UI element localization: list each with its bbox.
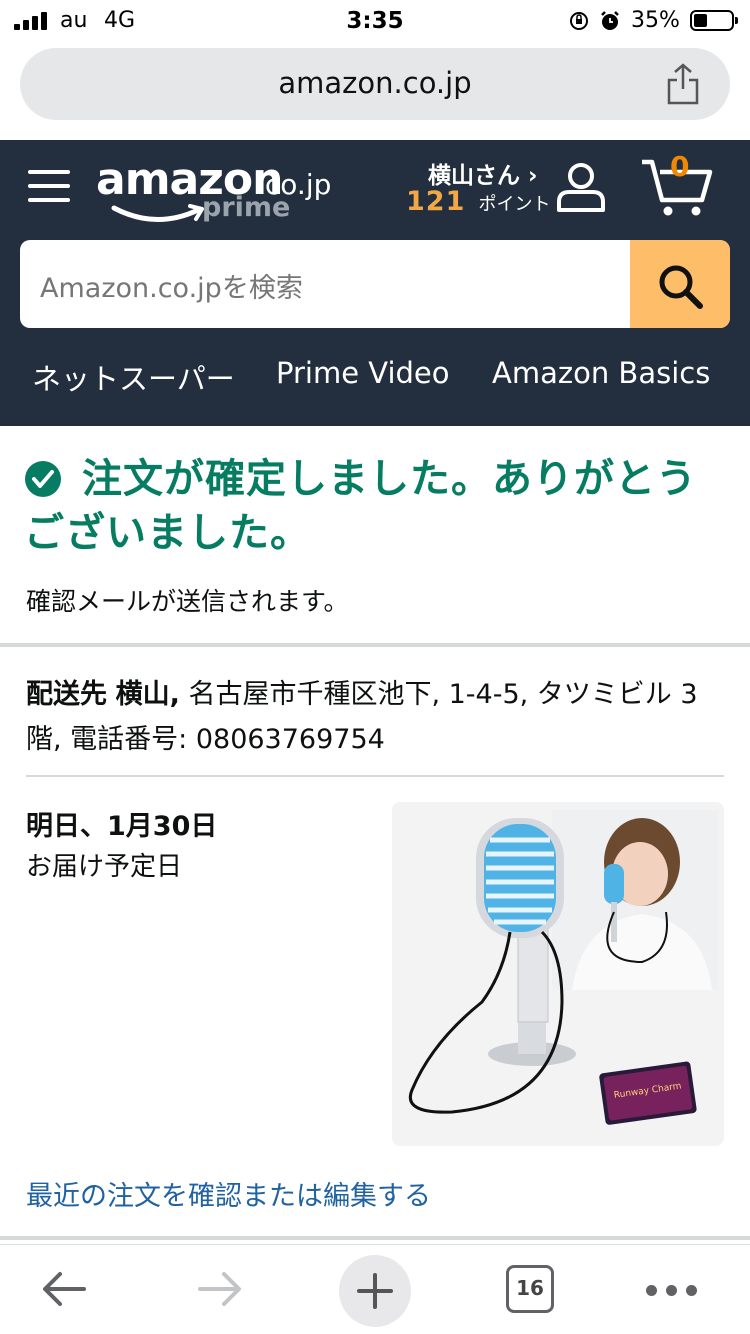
check-circle-icon — [25, 461, 61, 497]
battery-percent: 35% — [631, 8, 680, 33]
confirmation-subtitle: 確認メールが送信されます。 — [26, 587, 349, 616]
shipping-name: 横山, — [115, 679, 180, 710]
shipping-label: 配送先 — [26, 679, 107, 710]
product-image[interactable]: Runway Charm — [392, 802, 724, 1146]
new-tab-button[interactable] — [339, 1255, 411, 1327]
search-input[interactable]: Amazon.co.jpを検索 — [40, 266, 303, 305]
address-bar[interactable]: amazon.co.jp — [20, 48, 730, 120]
nav-item-prime-video[interactable]: Prime Video — [276, 356, 450, 390]
browser-toolbar: 16 — [0, 1244, 750, 1334]
battery-icon — [690, 10, 738, 31]
url-text: amazon.co.jp — [278, 66, 472, 100]
confirmation-title: 注文が確定しました。ありがとうございました。 — [24, 456, 697, 556]
hamburger-menu-icon[interactable] — [28, 168, 70, 204]
points-display[interactable]: 121 ポイント — [406, 186, 550, 217]
tabs-count-button[interactable]: 16 — [506, 1265, 554, 1313]
amazon-header: amazon .co.jp prime 横山さん › 121 ポイント 0 Am… — [0, 140, 750, 426]
more-menu-icon[interactable] — [646, 1285, 697, 1297]
search-bar[interactable]: Amazon.co.jpを検索 — [20, 240, 730, 328]
forward-arrow-icon[interactable] — [196, 1269, 244, 1309]
smile-arrow-icon — [111, 204, 204, 222]
cart-count-badge: 0 — [670, 150, 690, 183]
divider — [26, 775, 724, 777]
microphone-product-icon: Runway Charm — [409, 810, 718, 1125]
nav-item-net-super[interactable]: ネットスーパー — [32, 356, 235, 398]
delivery-date: 明日、1月30日 — [26, 811, 218, 842]
plus-icon — [357, 1273, 393, 1309]
account-greeting[interactable]: 横山さん › — [428, 156, 538, 190]
section-divider-bottom — [0, 1236, 750, 1240]
category-nav: ネットスーパー Prime Video Amazon Basics — [0, 356, 750, 396]
points-label: ポイント — [478, 194, 551, 215]
edit-order-link[interactable]: 最近の注文を確認または編集する — [26, 1174, 431, 1213]
orientation-lock-alarm-icon — [570, 11, 619, 30]
share-icon[interactable] — [664, 62, 702, 106]
search-button[interactable] — [630, 240, 730, 328]
search-icon — [659, 265, 703, 309]
status-bar: au 4G 3:35 35% — [0, 0, 750, 44]
section-divider — [0, 643, 750, 647]
points-value: 121 — [406, 186, 466, 217]
logo-prime: prime — [202, 192, 291, 223]
shipping-address: 配送先 横山, 名古屋市千種区池下, 1-4-5, タツミビル 3階, 電話番号… — [26, 672, 726, 762]
order-confirmation: 注文が確定しました。ありがとうございました。 — [24, 452, 724, 560]
delivery-label: お届け予定日 — [26, 852, 183, 882]
account-icon[interactable] — [554, 160, 608, 214]
nav-item-amazon-basics[interactable]: Amazon Basics — [492, 356, 710, 390]
amazon-prime-logo[interactable]: amazon .co.jp prime — [96, 154, 336, 234]
back-arrow-icon[interactable] — [40, 1269, 88, 1309]
